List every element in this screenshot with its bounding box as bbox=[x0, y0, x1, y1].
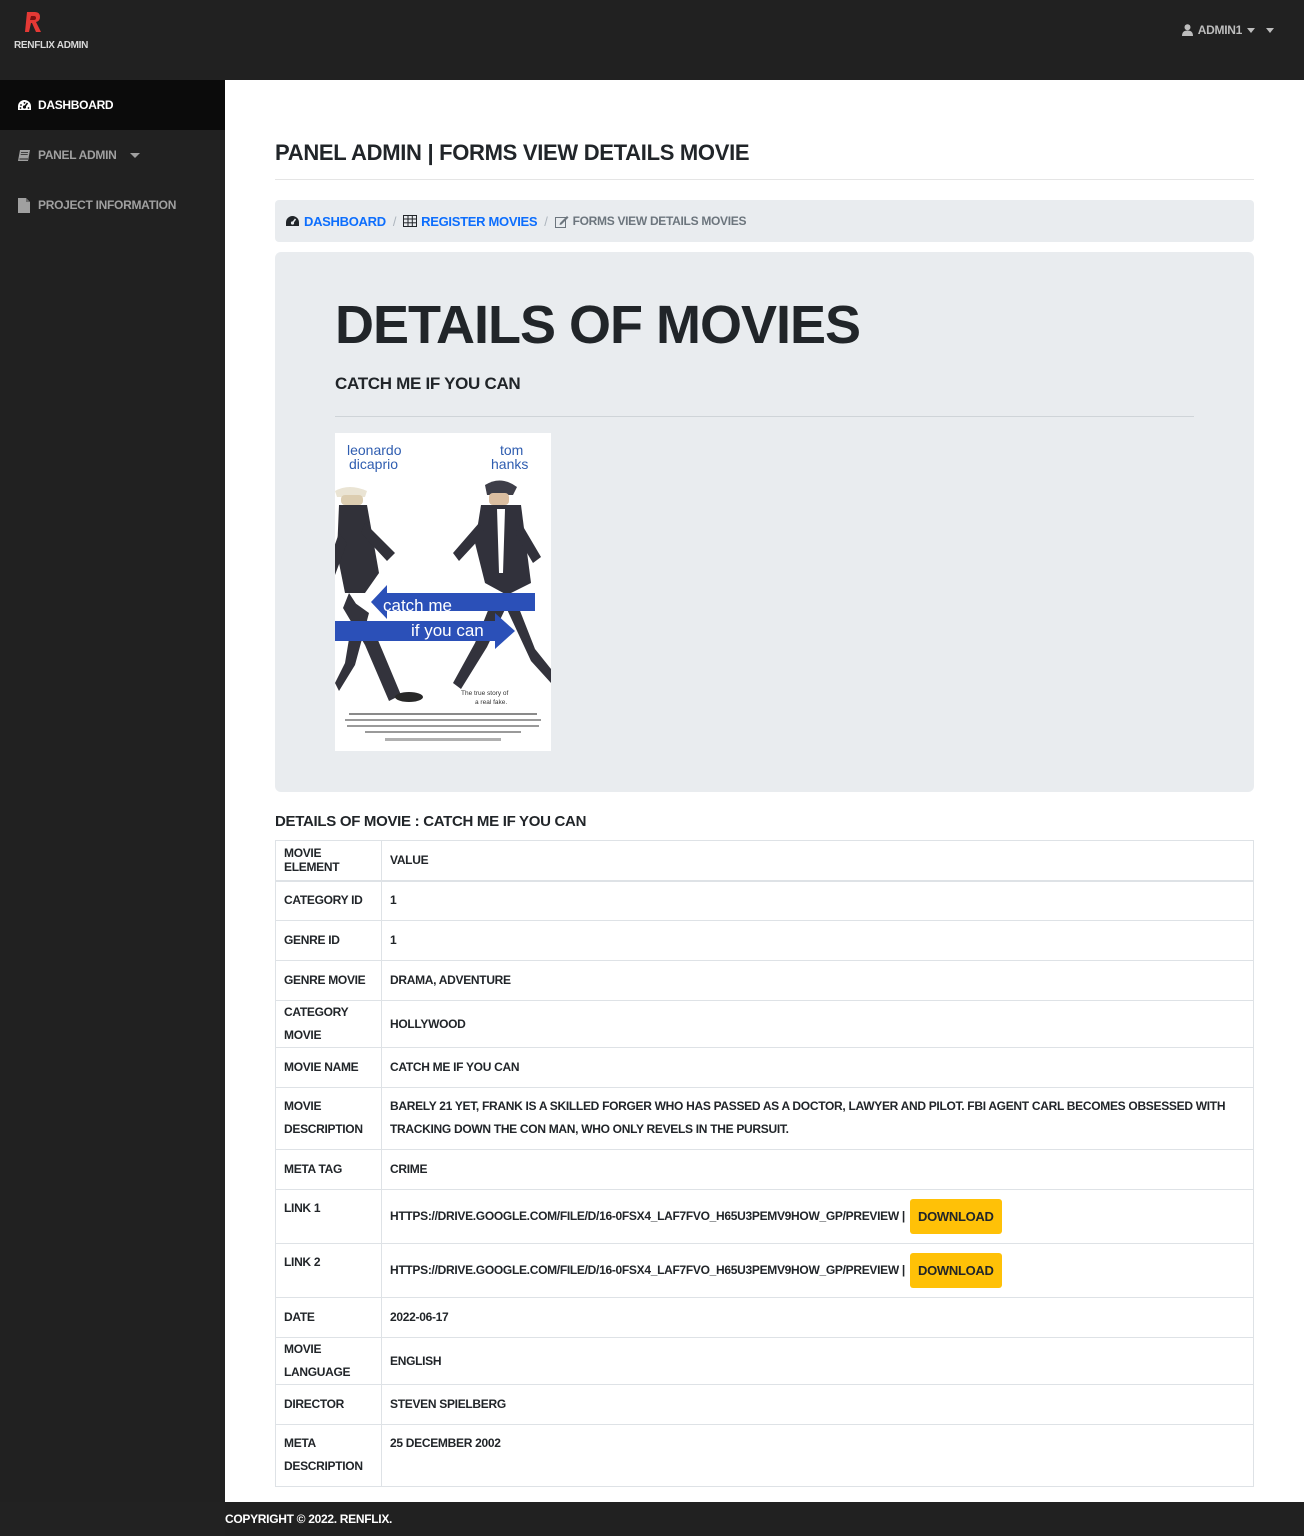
row-value: HOLLYWOOD bbox=[381, 1000, 1254, 1048]
row-label: LINK 1 bbox=[275, 1189, 382, 1244]
breadcrumb-item-dashboard[interactable]: DASHBOARD bbox=[285, 214, 386, 229]
row-label: META TAG bbox=[275, 1149, 382, 1190]
row-label: META DESCRIPTION bbox=[275, 1424, 382, 1487]
row-label: DIRECTOR bbox=[275, 1384, 382, 1425]
page-title: PANEL ADMIN | FORMS VIEW DETAILS MOVIE bbox=[275, 140, 750, 165]
chevron-down-icon bbox=[130, 152, 141, 158]
breadcrumb-label: REGISTER MOVIES bbox=[421, 213, 538, 229]
table-row: GENRE MOVIE DRAMA, ADVENTURE bbox=[275, 960, 1254, 1001]
brand[interactable]: RENFLIX ADMIN bbox=[14, 10, 94, 60]
column-header: MOVIE ELEMENT bbox=[275, 840, 382, 882]
poster-title-line-1: catch me bbox=[383, 596, 452, 615]
tachometer-icon bbox=[286, 215, 299, 226]
footer: COPYRIGHT © 2022. RENFLIX. bbox=[225, 1502, 1304, 1536]
top-navbar: RENFLIX ADMIN ADMIN1 bbox=[0, 0, 1304, 80]
sidebar-item-panel-admin[interactable]: PANEL ADMIN bbox=[0, 130, 225, 180]
sidebar-item-project-information[interactable]: PROJECT INFORMATION bbox=[0, 180, 225, 230]
poster-actor-right-last: hanks bbox=[491, 456, 528, 472]
poster-title-line-2: if you can bbox=[411, 621, 484, 640]
breadcrumb: DASHBOARD / REGISTER MOVIES / FORMS VIEW… bbox=[275, 200, 1254, 242]
link-url[interactable]: HTTPS://DRIVE.GOOGLE.COM/FILE/D/16-0FSX4… bbox=[390, 1209, 905, 1223]
movie-poster: leonardo dicaprio tom hanks catch me if … bbox=[335, 433, 551, 751]
details-table-caption: DETAILS OF MOVIE : CATCH ME IF YOU CAN bbox=[275, 813, 587, 830]
row-label: DATE bbox=[275, 1297, 382, 1338]
poster-tagline-line-2: a real fake. bbox=[475, 699, 507, 706]
row-value: CRIME bbox=[381, 1149, 1254, 1190]
edit-icon bbox=[554, 215, 569, 228]
row-value: BARELY 21 YET, FRANK IS A SKILLED FORGER… bbox=[381, 1087, 1254, 1150]
table-icon bbox=[403, 215, 418, 227]
movie-details-table: MOVIE ELEMENT VALUE CATEGORY ID 1 GENRE … bbox=[275, 840, 1254, 1487]
divider bbox=[335, 416, 1194, 417]
jumbotron-title: DETAILS OF MOVIES bbox=[335, 295, 861, 355]
user-name: ADMIN1 bbox=[1197, 23, 1243, 37]
table-row: DIRECTOR STEVEN SPIELBERG bbox=[275, 1384, 1254, 1425]
table-row: DATE 2022-06-17 bbox=[275, 1297, 1254, 1338]
row-label: MOVIE NAME bbox=[275, 1047, 382, 1088]
column-header: VALUE bbox=[381, 840, 1254, 882]
table-row: CATEGORY MOVIE HOLLYWOOD bbox=[275, 1000, 1254, 1048]
movie-title: CATCH ME IF YOU CAN bbox=[335, 374, 521, 393]
row-label: MOVIE LANGUAGE bbox=[275, 1337, 382, 1385]
breadcrumb-label: FORMS VIEW DETAILS MOVIES bbox=[572, 214, 747, 228]
row-label: GENRE ID bbox=[275, 920, 382, 961]
table-row: GENRE ID 1 bbox=[275, 920, 1254, 961]
download-button[interactable]: DOWNLOAD bbox=[910, 1199, 1002, 1234]
row-value: 25 DECEMBER 2002 bbox=[381, 1424, 1254, 1487]
book-icon bbox=[16, 147, 32, 163]
row-value: STEVEN SPIELBERG bbox=[381, 1384, 1254, 1425]
row-value: ENGLISH bbox=[381, 1337, 1254, 1385]
user-menu-dropdown[interactable]: ADMIN1 bbox=[1181, 23, 1274, 37]
breadcrumb-item-current: FORMS VIEW DETAILS MOVIES bbox=[554, 214, 747, 228]
sidebar-item-label: PROJECT INFORMATION bbox=[38, 198, 177, 212]
jumbotron: DETAILS OF MOVIES CATCH ME IF YOU CAN le… bbox=[275, 252, 1254, 792]
user-icon bbox=[1181, 24, 1193, 36]
renflix-logo-icon bbox=[25, 12, 41, 32]
row-value: CATCH ME IF YOU CAN bbox=[381, 1047, 1254, 1088]
row-value: DRAMA, ADVENTURE bbox=[381, 960, 1254, 1001]
table-row: MOVIE LANGUAGE ENGLISH bbox=[275, 1337, 1254, 1385]
row-value: HTTPS://DRIVE.GOOGLE.COM/FILE/D/16-0FSX4… bbox=[381, 1243, 1254, 1298]
file-icon bbox=[16, 197, 32, 213]
table-row: META DESCRIPTION 25 DECEMBER 2002 bbox=[275, 1424, 1254, 1487]
row-label: GENRE MOVIE bbox=[275, 960, 382, 1001]
brand-name: RENFLIX ADMIN bbox=[14, 40, 89, 51]
table-row: MOVIE DESCRIPTION BARELY 21 YET, FRANK I… bbox=[275, 1087, 1254, 1150]
row-value: 1 bbox=[381, 880, 1254, 921]
sidebar-item-label: DASHBOARD bbox=[38, 98, 114, 112]
row-value: 2022-06-17 bbox=[381, 1297, 1254, 1338]
row-label: MOVIE DESCRIPTION bbox=[275, 1087, 382, 1150]
main-content: PANEL ADMIN | FORMS VIEW DETAILS MOVIE D… bbox=[225, 80, 1304, 1502]
breadcrumb-item-register-movies[interactable]: REGISTER MOVIES bbox=[403, 213, 538, 229]
copyright-text: COPYRIGHT © 2022. RENFLIX. bbox=[225, 1512, 393, 1526]
tachometer-icon bbox=[16, 97, 32, 113]
chevron-down-icon bbox=[1247, 27, 1255, 33]
row-value: HTTPS://DRIVE.GOOGLE.COM/FILE/D/16-0FSX4… bbox=[381, 1189, 1254, 1244]
row-label: LINK 2 bbox=[275, 1243, 382, 1298]
sidebar: DASHBOARD PANEL ADMIN PROJECT INFORMATIO… bbox=[0, 80, 225, 1502]
breadcrumb-separator: / bbox=[392, 213, 397, 229]
poster-actor-left-last: dicaprio bbox=[349, 456, 398, 472]
table-row: LINK 1 HTTPS://DRIVE.GOOGLE.COM/FILE/D/1… bbox=[275, 1189, 1254, 1244]
table-row: MOVIE NAME CATCH ME IF YOU CAN bbox=[275, 1047, 1254, 1088]
row-label: CATEGORY MOVIE bbox=[275, 1000, 382, 1048]
sidebar-item-label: PANEL ADMIN bbox=[38, 148, 117, 162]
row-value: 1 bbox=[381, 920, 1254, 961]
row-label: CATEGORY ID bbox=[275, 880, 382, 921]
sidebar-item-dashboard[interactable]: DASHBOARD bbox=[0, 80, 225, 130]
table-row: CATEGORY ID 1 bbox=[275, 880, 1254, 921]
table-header-row: MOVIE ELEMENT VALUE bbox=[275, 840, 1254, 882]
breadcrumb-label: DASHBOARD bbox=[304, 213, 386, 229]
breadcrumb-separator: / bbox=[544, 213, 548, 229]
divider bbox=[275, 179, 1254, 180]
table-row: META TAG CRIME bbox=[275, 1149, 1254, 1190]
table-row: LINK 2 HTTPS://DRIVE.GOOGLE.COM/FILE/D/1… bbox=[275, 1243, 1254, 1298]
chevron-down-icon bbox=[1266, 27, 1274, 33]
movie-poster-image: leonardo dicaprio tom hanks catch me if … bbox=[335, 433, 551, 751]
link-url[interactable]: HTTPS://DRIVE.GOOGLE.COM/FILE/D/16-0FSX4… bbox=[390, 1263, 905, 1277]
poster-tagline-line-1: The true story of bbox=[461, 690, 509, 697]
download-button[interactable]: DOWNLOAD bbox=[910, 1253, 1002, 1288]
